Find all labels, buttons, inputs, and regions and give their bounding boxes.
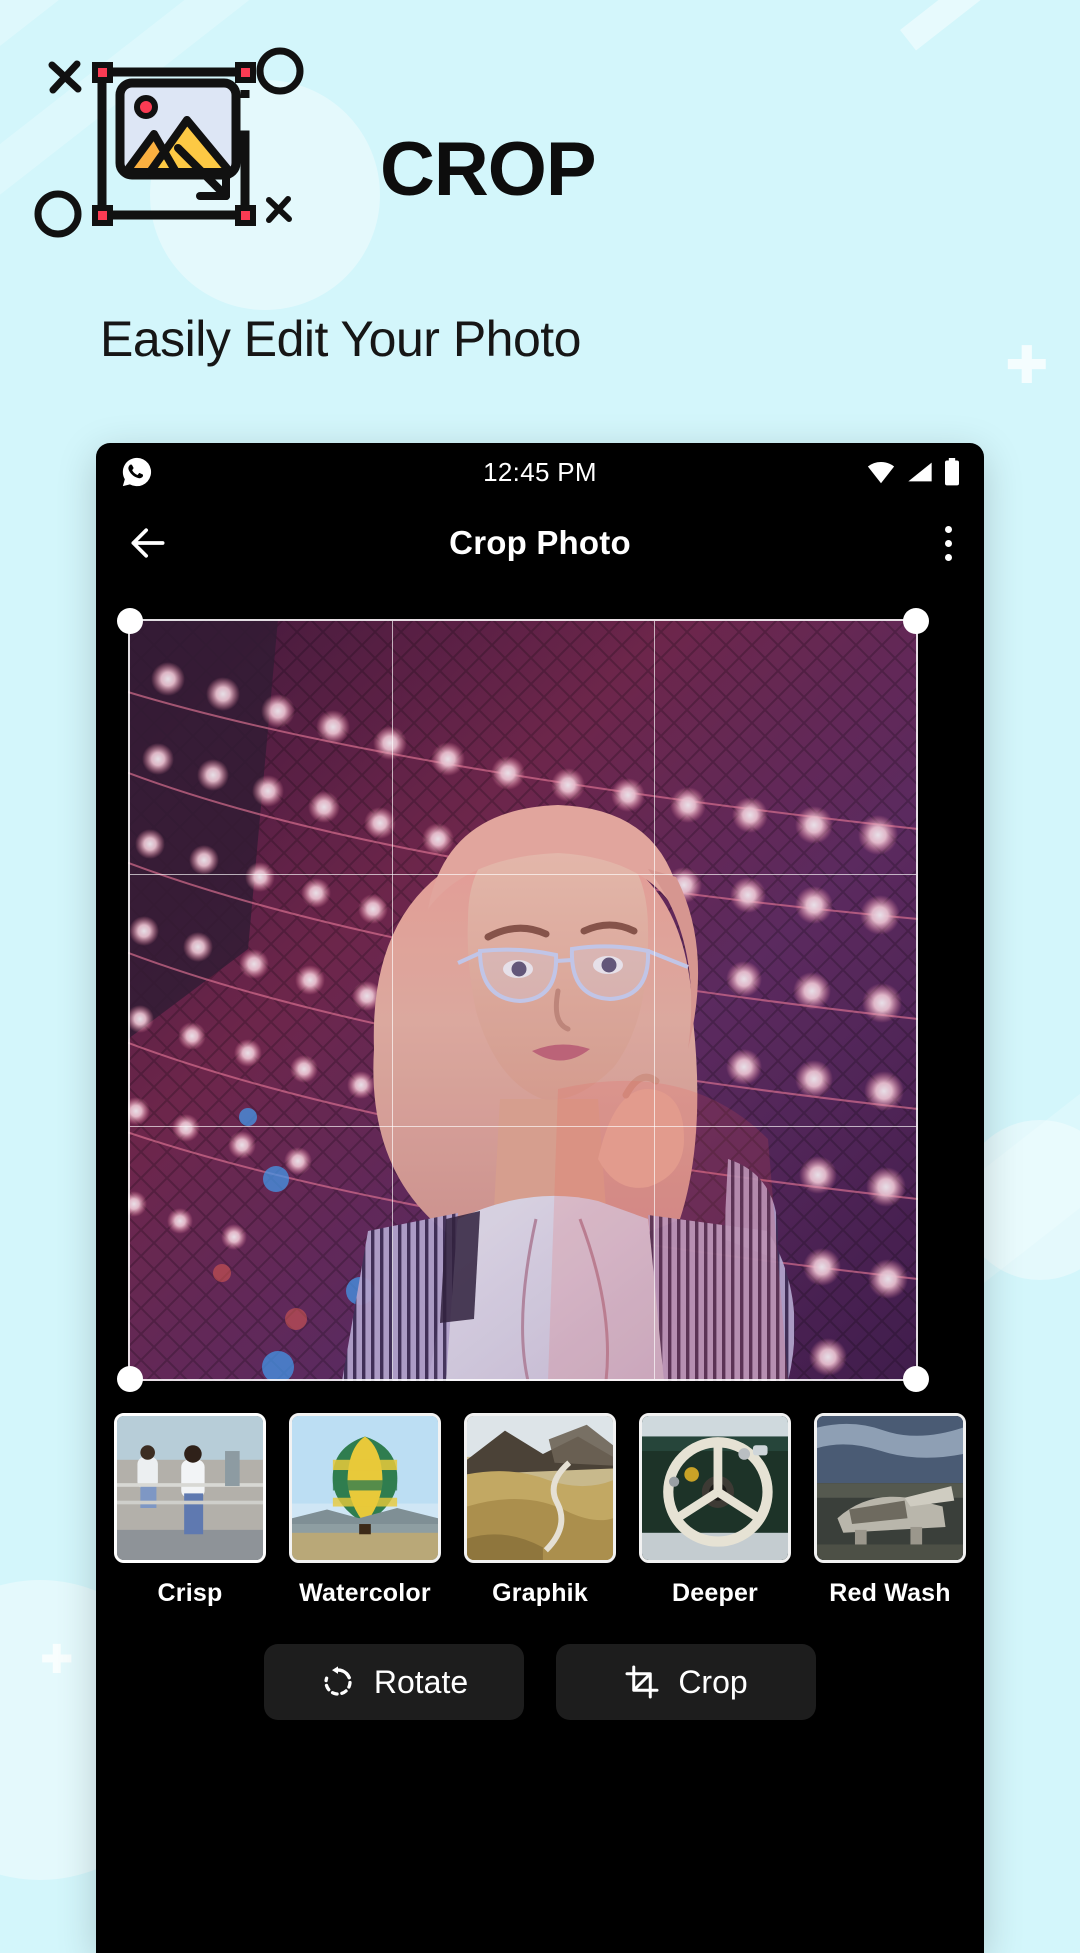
filter-label: Graphik	[492, 1579, 588, 1607]
thumb-portrait-two-women-wall	[117, 1416, 263, 1560]
crop-image-icon	[34, 47, 304, 238]
filter-thumbnail[interactable]	[639, 1413, 791, 1563]
crop-handle-top-left[interactable]	[117, 608, 143, 634]
crop-logo	[30, 40, 310, 240]
filter-item[interactable]: Watercolor	[289, 1413, 441, 1608]
crop-gridline-vertical	[653, 621, 655, 1379]
rotate-ccw-icon	[324, 1666, 352, 1696]
filter-label: Crisp	[157, 1579, 223, 1607]
rotate-button[interactable]: Rotate	[264, 1644, 524, 1720]
crop-button[interactable]: Crop	[556, 1644, 816, 1720]
crop-gridline-vertical	[391, 621, 393, 1379]
filter-label: Deeper	[672, 1579, 758, 1607]
crop-icon	[625, 1665, 659, 1699]
crop-button-label: Crop	[678, 1663, 748, 1700]
action-bar: Rotate Crop	[96, 1608, 984, 1720]
thumb-hot-air-balloon	[292, 1416, 438, 1560]
filter-label: Watercolor	[299, 1579, 431, 1607]
thumb-golden-hills-road	[467, 1416, 613, 1560]
battery-full-icon	[945, 458, 959, 486]
cellular-signal-icon	[908, 462, 932, 482]
crop-gridline-horizontal	[130, 873, 916, 875]
filter-label: Red Wash	[829, 1579, 951, 1607]
filter-item[interactable]: Graphik	[464, 1413, 616, 1608]
crop-handle-top-right[interactable]	[903, 608, 929, 634]
status-bar-time: 12:45 PM	[483, 456, 597, 487]
page-title: CROP	[380, 127, 597, 212]
bg-plus-icon: ✚	[1005, 337, 1049, 395]
filter-item[interactable]: Deeper	[639, 1413, 791, 1608]
kebab-menu-icon[interactable]	[942, 525, 954, 561]
wifi-icon	[867, 461, 895, 484]
crop-handle-bottom-left[interactable]	[117, 1366, 143, 1392]
filter-thumbnail[interactable]	[289, 1413, 441, 1563]
page-subtitle: Easily Edit Your Photo	[100, 311, 582, 367]
app-bar-title: Crop Photo	[449, 524, 631, 561]
filter-thumbnail[interactable]	[814, 1413, 966, 1563]
crop-canvas	[96, 599, 984, 1399]
status-bar: 12:45 PM	[96, 443, 984, 501]
thumb-plane-wreck-beach	[817, 1416, 963, 1560]
filter-item[interactable]: Crisp	[114, 1413, 266, 1608]
crop-frame[interactable]	[117, 608, 929, 1392]
phone-mockup: 12:45 PM Crop Photo Crisp Watercolor Gra…	[96, 443, 984, 1953]
bg-plus-icon: ✚	[40, 1638, 74, 1682]
bg-stripe	[900, 0, 1080, 51]
crop-gridline-horizontal	[130, 1126, 916, 1128]
filter-strip: Crisp Watercolor Graphik Deeper Red Wash	[96, 1399, 984, 1608]
crop-handle-bottom-right[interactable]	[903, 1366, 929, 1392]
filter-thumbnail[interactable]	[114, 1413, 266, 1563]
thumb-vintage-steering-wheel	[642, 1416, 788, 1560]
back-arrow-icon[interactable]	[126, 521, 170, 565]
filter-thumbnail[interactable]	[464, 1413, 616, 1563]
app-bar: Crop Photo	[96, 501, 984, 585]
rotate-button-label: Rotate	[373, 1663, 469, 1700]
filter-item[interactable]: Red Wash	[814, 1413, 966, 1608]
